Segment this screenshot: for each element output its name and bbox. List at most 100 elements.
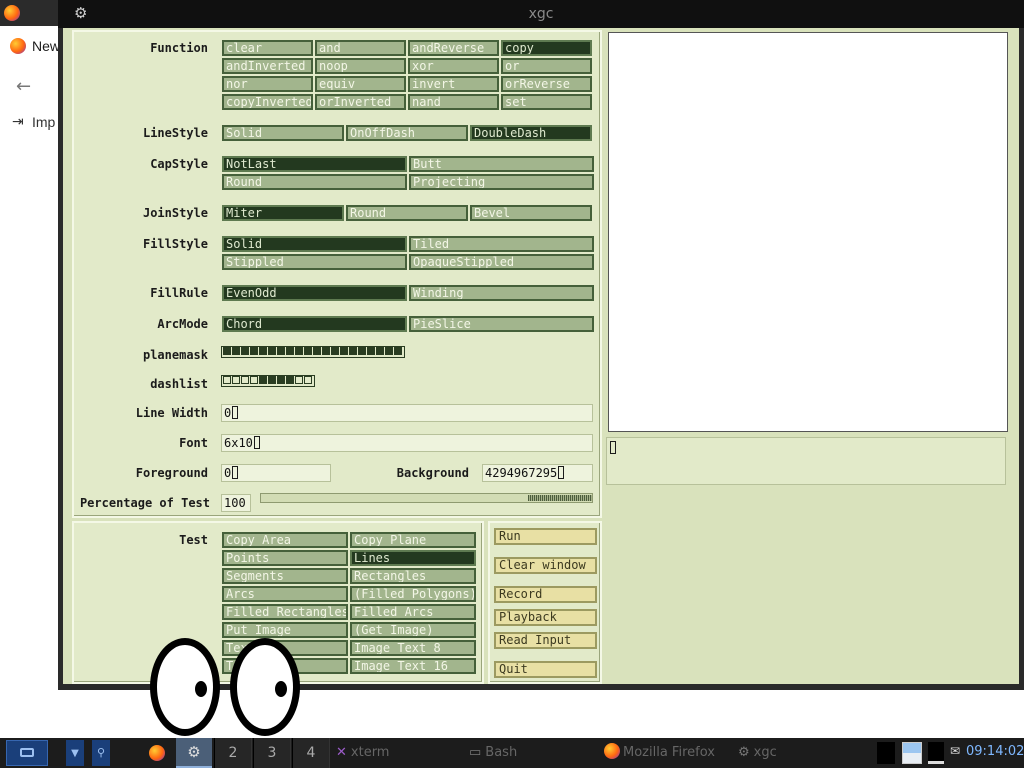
planemask-bit-toggle[interactable]: [232, 347, 240, 355]
task-xgc-button[interactable]: ⚙ xgc: [738, 740, 777, 766]
function-option-invert[interactable]: invert: [408, 76, 499, 92]
workspace-2-button[interactable]: 2: [214, 738, 252, 768]
dashlist-bit-toggle[interactable]: [286, 376, 294, 384]
dashlist-bit-toggle[interactable]: [250, 376, 258, 384]
capstyle-option-notlast[interactable]: NotLast: [222, 156, 407, 172]
dashlist-bit-toggle[interactable]: [259, 376, 267, 384]
planemask-bit-toggle[interactable]: [259, 347, 267, 355]
function-option-clear[interactable]: clear: [222, 40, 313, 56]
test-option-image-text-16[interactable]: Image Text 16: [350, 658, 476, 674]
dashlist-bit-toggle[interactable]: [304, 376, 312, 384]
search-button[interactable]: ⚲: [92, 740, 110, 766]
command-quit-button[interactable]: Quit: [494, 661, 597, 678]
function-option-andinverted[interactable]: andInverted: [222, 58, 313, 74]
linewidth-field[interactable]: 0: [221, 404, 593, 422]
test-option-filled-polygons[interactable]: (Filled Polygons): [350, 586, 476, 602]
dashlist-bit-toggle[interactable]: [232, 376, 240, 384]
window-titlebar[interactable]: ⚙ xgc: [58, 0, 1024, 28]
task-mozilla-firefox-button[interactable]: Mozilla Firefox: [604, 740, 715, 766]
planemask-bit-toggle[interactable]: [295, 347, 303, 355]
background-field[interactable]: 4294967295: [482, 464, 593, 482]
planemask-bit-toggle[interactable]: [304, 347, 312, 355]
planemask-bit-toggle[interactable]: [250, 347, 258, 355]
test-option-put-image[interactable]: Put Image: [222, 622, 348, 638]
planemask-bit-toggle[interactable]: [277, 347, 285, 355]
dashlist-bit-toggle[interactable]: [295, 376, 303, 384]
planemask-bit-toggle[interactable]: [223, 347, 231, 355]
joinstyle-option-miter[interactable]: Miter: [222, 205, 344, 221]
menu-button[interactable]: [6, 740, 48, 766]
function-option-or[interactable]: or: [501, 58, 592, 74]
percentage-slider-thumb[interactable]: [528, 495, 592, 501]
test-option-copy-area[interactable]: Copy Area: [222, 532, 348, 548]
fillstyle-option-stippled[interactable]: Stippled: [222, 254, 407, 270]
planemask-bit-toggle[interactable]: [394, 347, 402, 355]
linestyle-option-onoffdash[interactable]: OnOffDash: [346, 125, 468, 141]
test-option-copy-plane[interactable]: Copy Plane: [350, 532, 476, 548]
command-playback-button[interactable]: Playback: [494, 609, 597, 626]
dashlist-bit-toggle[interactable]: [241, 376, 249, 384]
dashlist-bit-toggle[interactable]: [277, 376, 285, 384]
test-option-filled-rectangles[interactable]: Filled Rectangles: [222, 604, 348, 620]
function-option-nor[interactable]: nor: [222, 76, 313, 92]
function-option-noop[interactable]: noop: [315, 58, 406, 74]
arcmode-option-pieslice[interactable]: PieSlice: [409, 316, 594, 332]
planemask-bit-toggle[interactable]: [340, 347, 348, 355]
command-run-button[interactable]: Run: [494, 528, 597, 545]
xeyes-widget[interactable]: [150, 638, 302, 738]
function-option-orreverse[interactable]: orReverse: [501, 76, 592, 92]
joinstyle-option-round[interactable]: Round: [346, 205, 468, 221]
test-option-filled-arcs[interactable]: Filled Arcs: [350, 604, 476, 620]
test-option-points[interactable]: Points: [222, 550, 348, 566]
fillstyle-option-opaquestippled[interactable]: OpaqueStippled: [409, 254, 594, 270]
function-option-copyinverted[interactable]: copyInverted: [222, 94, 313, 110]
planemask-bit-toggle[interactable]: [367, 347, 375, 355]
function-option-orinverted[interactable]: orInverted: [315, 94, 406, 110]
output-text-area[interactable]: [606, 437, 1006, 485]
drawing-canvas[interactable]: [608, 32, 1008, 432]
capstyle-option-butt[interactable]: Butt: [409, 156, 594, 172]
fillrule-option-winding[interactable]: Winding: [409, 285, 594, 301]
mail-icon[interactable]: ✉: [950, 744, 960, 758]
planemask-bit-toggle[interactable]: [286, 347, 294, 355]
dashlist-bit-toggle[interactable]: [268, 376, 276, 384]
planemask-bit-toggle[interactable]: [358, 347, 366, 355]
function-option-set[interactable]: set: [501, 94, 592, 110]
percentage-slider[interactable]: [260, 493, 593, 503]
planemask-bit-toggle[interactable]: [322, 347, 330, 355]
function-option-nand[interactable]: nand: [408, 94, 499, 110]
planemask-bit-toggle[interactable]: [268, 347, 276, 355]
command-record-button[interactable]: Record: [494, 586, 597, 603]
command-read-input-button[interactable]: Read Input: [494, 632, 597, 649]
xgc-launcher[interactable]: ⚙: [176, 738, 212, 768]
planemask-bit-toggle[interactable]: [241, 347, 249, 355]
window-list-button[interactable]: ▼: [66, 740, 84, 766]
planemask-bit-toggle[interactable]: [385, 347, 393, 355]
arcmode-option-chord[interactable]: Chord: [222, 316, 407, 332]
workspace-4-button[interactable]: 4: [292, 738, 330, 768]
test-option-lines[interactable]: Lines: [350, 550, 476, 566]
function-option-and[interactable]: and: [315, 40, 406, 56]
firefox-launcher-icon[interactable]: [149, 745, 165, 761]
test-option-image-text-8[interactable]: Image Text 8: [350, 640, 476, 656]
function-option-andreverse[interactable]: andReverse: [408, 40, 499, 56]
fillstyle-option-solid[interactable]: Solid: [222, 236, 407, 252]
function-option-equiv[interactable]: equiv: [315, 76, 406, 92]
test-option-rectangles[interactable]: Rectangles: [350, 568, 476, 584]
test-option-arcs[interactable]: Arcs: [222, 586, 348, 602]
task-xterm-button[interactable]: ✕ xterm: [336, 740, 389, 766]
font-field[interactable]: 6x10: [221, 434, 593, 452]
test-option-segments[interactable]: Segments: [222, 568, 348, 584]
command-clear-window-button[interactable]: Clear window: [494, 557, 597, 574]
planemask-bit-toggle[interactable]: [376, 347, 384, 355]
planemask-bit-toggle[interactable]: [331, 347, 339, 355]
gear-icon[interactable]: ⚙: [74, 5, 87, 21]
firefox-tab[interactable]: New: [0, 28, 60, 64]
capstyle-option-round[interactable]: Round: [222, 174, 407, 190]
planemask-bit-toggle[interactable]: [349, 347, 357, 355]
fillstyle-option-tiled[interactable]: Tiled: [409, 236, 594, 252]
linestyle-option-solid[interactable]: Solid: [222, 125, 344, 141]
test-option-get-image[interactable]: (Get Image): [350, 622, 476, 638]
desktop-pager-icon[interactable]: [902, 742, 922, 764]
back-icon[interactable]: ←: [16, 76, 31, 97]
